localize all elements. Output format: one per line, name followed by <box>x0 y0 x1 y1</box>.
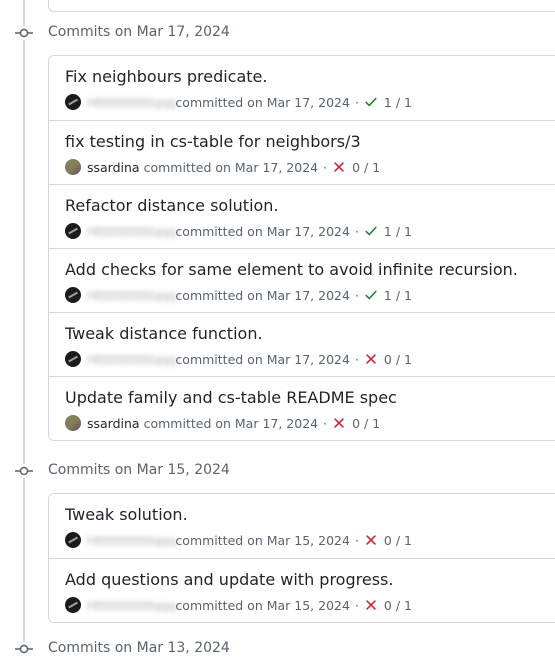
author-link[interactable]: Htttttttttttttqqq <box>87 352 176 367</box>
commit-group-header: Commits on Mar 13, 2024 <box>0 637 555 661</box>
committed-date: committed on Mar 15, 2024 <box>175 597 350 613</box>
avatar[interactable] <box>65 415 81 431</box>
avatar[interactable] <box>65 597 81 613</box>
separator-dot: · <box>354 287 359 303</box>
commit-list: Tweak solution. Htttttttttttttqqq committe… <box>48 493 555 623</box>
commit-message-link[interactable]: Update family and cs-table README spec <box>65 388 397 407</box>
committed-date: committed on Mar 17, 2024 <box>175 223 350 239</box>
avatar[interactable] <box>65 532 81 548</box>
commit-meta: Htttttttttttttqqq committed on Mar 17, 20… <box>65 222 412 240</box>
avatar[interactable] <box>65 223 81 239</box>
commit-row: Refactor distance solution. Htttttttttttt… <box>49 184 555 248</box>
author-link[interactable]: ssardina <box>87 416 140 431</box>
avatar[interactable] <box>65 94 81 110</box>
commit-row: fix testing in cs-table for neighbors/3 s… <box>49 120 555 184</box>
commit-row: Tweak solution. Htttttttttttttqqq committe… <box>49 494 555 558</box>
commit-message-link[interactable]: Fix neighbours predicate. <box>65 67 267 86</box>
committed-date: committed on Mar 17, 2024 <box>143 159 319 175</box>
commit-message-link[interactable]: Tweak distance function. <box>65 324 263 343</box>
author-link[interactable]: ssardina <box>87 160 140 175</box>
commit-group-header: Commits on Mar 15, 2024 <box>0 459 555 483</box>
group-title: Commits on Mar 15, 2024 <box>48 462 230 478</box>
check-icon[interactable] <box>364 95 378 109</box>
x-icon[interactable] <box>332 416 346 430</box>
commit-meta: ssardina committed on Mar 17, 2024 · 0 / 1 <box>65 414 380 432</box>
commit-row: Add questions and update with progress. H… <box>49 558 555 622</box>
author-link[interactable]: Htttttttttttttqqq <box>87 288 176 303</box>
committed-date: committed on Mar 17, 2024 <box>175 351 350 367</box>
separator-dot: · <box>354 532 359 548</box>
checks-count[interactable]: 0 / 1 <box>384 598 412 613</box>
avatar[interactable] <box>65 159 81 175</box>
group-title: Commits on Mar 13, 2024 <box>48 640 230 656</box>
git-commit-icon <box>15 26 33 40</box>
x-icon[interactable] <box>364 598 378 612</box>
committed-date: committed on Mar 15, 2024 <box>175 532 350 548</box>
author-link[interactable]: Htttttttttttttqqq <box>87 95 176 110</box>
separator-dot: · <box>354 597 359 613</box>
commit-meta: Htttttttttttttqqq committed on Mar 17, 20… <box>65 350 412 368</box>
commit-list: Fix neighbours predicate. Htttttttttttttq… <box>48 55 555 441</box>
author-link[interactable]: Htttttttttttttqqq <box>87 533 176 548</box>
author-link[interactable]: Htttttttttttttqqq <box>87 224 176 239</box>
commit-meta: Htttttttttttttqqq committed on Mar 17, 20… <box>65 286 412 304</box>
timeline-line <box>23 0 25 653</box>
checks-count[interactable]: 0 / 1 <box>352 416 380 431</box>
git-commit-icon <box>15 642 33 656</box>
x-icon[interactable] <box>364 533 378 547</box>
check-icon[interactable] <box>364 288 378 302</box>
checks-count[interactable]: 1 / 1 <box>384 288 412 303</box>
check-icon[interactable] <box>364 224 378 238</box>
separator-dot: · <box>323 415 328 431</box>
checks-count[interactable]: 1 / 1 <box>384 95 412 110</box>
author-link[interactable]: Htttttttttttttqqq <box>87 598 176 613</box>
commit-message-link[interactable]: Refactor distance solution. <box>65 196 279 215</box>
checks-count[interactable]: 1 / 1 <box>384 224 412 239</box>
commit-message-link[interactable]: Add checks for same element to avoid inf… <box>65 260 518 279</box>
avatar[interactable] <box>65 287 81 303</box>
x-icon[interactable] <box>332 160 346 174</box>
commit-message-link[interactable]: fix testing in cs-table for neighbors/3 <box>65 132 361 151</box>
commit-group-header: Commits on Mar 17, 2024 <box>0 21 555 45</box>
x-icon[interactable] <box>364 352 378 366</box>
commit-meta: ssardina committed on Mar 17, 2024 · 0 / 1 <box>65 158 380 176</box>
checks-count[interactable]: 0 / 1 <box>384 352 412 367</box>
avatar[interactable] <box>65 351 81 367</box>
checks-count[interactable]: 0 / 1 <box>384 533 412 548</box>
committed-date: committed on Mar 17, 2024 <box>175 94 350 110</box>
separator-dot: · <box>354 94 359 110</box>
commit-meta: Htttttttttttttqqq committed on Mar 17, 20… <box>65 93 412 111</box>
separator-dot: · <box>354 223 359 239</box>
commit-message-link[interactable]: Add questions and update with progress. <box>65 570 393 589</box>
group-title: Commits on Mar 17, 2024 <box>48 24 230 40</box>
committed-date: committed on Mar 17, 2024 <box>143 415 319 431</box>
commit-meta: Htttttttttttttqqq committed on Mar 15, 20… <box>65 531 412 549</box>
previous-group-box <box>48 0 555 12</box>
commit-row: Add checks for same element to avoid inf… <box>49 248 555 312</box>
commit-row: Tweak distance function. Htttttttttttttqq… <box>49 312 555 376</box>
separator-dot: · <box>323 159 328 175</box>
checks-count[interactable]: 0 / 1 <box>352 160 380 175</box>
commit-message-link[interactable]: Tweak solution. <box>65 505 188 524</box>
commit-row: Fix neighbours predicate. Htttttttttttttq… <box>49 56 555 120</box>
separator-dot: · <box>354 351 359 367</box>
commit-row: Update family and cs-table README spec ss… <box>49 376 555 440</box>
commit-meta: Htttttttttttttqqq committed on Mar 15, 20… <box>65 596 412 614</box>
git-commit-icon <box>15 464 33 478</box>
committed-date: committed on Mar 17, 2024 <box>175 287 350 303</box>
